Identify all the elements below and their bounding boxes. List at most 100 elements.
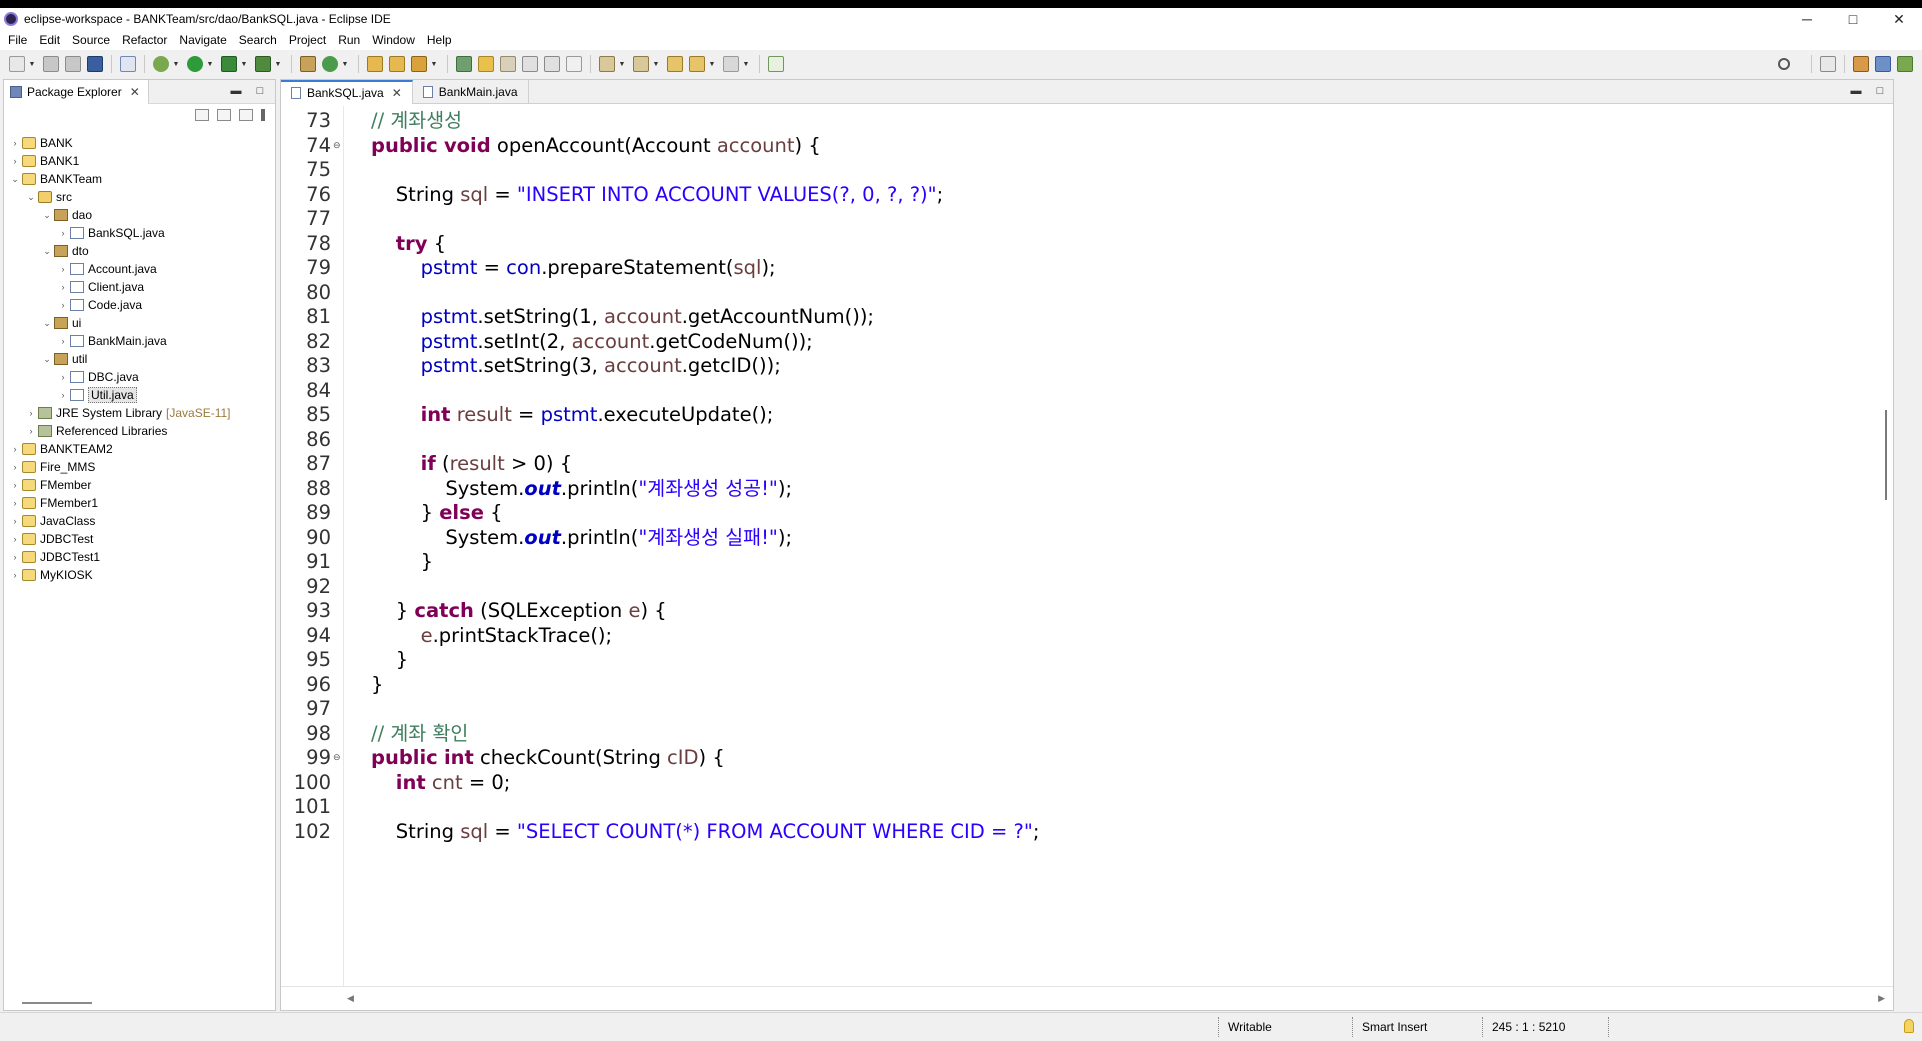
tip-of-the-day-icon[interactable]: [1904, 1019, 1914, 1033]
expanded-icon[interactable]: ⌄: [42, 318, 52, 329]
search-dropdown-icon[interactable]: ▼: [430, 56, 438, 72]
tree-item[interactable]: ⌄ util: [4, 350, 275, 368]
expanded-icon[interactable]: ⌄: [26, 192, 36, 203]
collapsed-icon[interactable]: ›: [10, 570, 20, 580]
save-icon[interactable]: [43, 56, 59, 72]
skip-breakpoints-icon[interactable]: [120, 56, 136, 72]
external-tools-icon[interactable]: [255, 56, 271, 72]
vertical-scrollbar-thumb[interactable]: [1885, 410, 1887, 500]
expanded-icon[interactable]: ⌄: [42, 246, 52, 257]
collapsed-icon[interactable]: ›: [10, 138, 20, 148]
collapsed-icon[interactable]: ›: [26, 426, 36, 436]
previous-annotation-dropdown-icon[interactable]: ▼: [652, 56, 660, 72]
menu-source[interactable]: Source: [68, 33, 118, 47]
quick-access-search-icon[interactable]: [1778, 58, 1790, 70]
status-insert-mode[interactable]: Smart Insert: [1362, 1020, 1427, 1034]
collapsed-icon[interactable]: ›: [58, 390, 68, 400]
tab-bankmain-java[interactable]: BankMain.java: [413, 79, 529, 104]
java-ee-perspective-icon[interactable]: [1853, 56, 1869, 72]
new-java-class-icon[interactable]: [322, 56, 338, 72]
forward-dropdown-icon[interactable]: ▼: [742, 56, 750, 72]
word-wrap-icon[interactable]: [544, 56, 560, 72]
view-menu-icon[interactable]: [261, 109, 265, 121]
mark-occurrences-icon[interactable]: [500, 56, 516, 72]
menu-project[interactable]: Project: [285, 33, 334, 47]
search-tool-icon[interactable]: [411, 56, 427, 72]
menu-search[interactable]: Search: [235, 33, 285, 47]
tree-item[interactable]: › BANKTEAM2: [4, 440, 275, 458]
pin-editor-icon[interactable]: [768, 56, 784, 72]
tree-item[interactable]: › Fire_MMS: [4, 458, 275, 476]
tree-item[interactable]: ⌄ dto: [4, 242, 275, 260]
tree-item[interactable]: › JavaClass: [4, 512, 275, 530]
collapsed-icon[interactable]: ›: [10, 498, 20, 508]
collapsed-icon[interactable]: ›: [10, 552, 20, 562]
coverage-icon[interactable]: [221, 56, 237, 72]
menu-file[interactable]: File: [4, 33, 35, 47]
java-perspective-icon[interactable]: [1875, 56, 1891, 72]
collapsed-icon[interactable]: ›: [58, 264, 68, 274]
collapsed-icon[interactable]: ›: [58, 228, 68, 238]
tab-package-explorer[interactable]: Package Explorer ✕: [4, 79, 149, 104]
menu-navigate[interactable]: Navigate: [175, 33, 234, 47]
open-task-icon[interactable]: [389, 56, 405, 72]
tree-item[interactable]: ⌄ ui: [4, 314, 275, 332]
tree-item[interactable]: › MyKIOSK: [4, 566, 275, 584]
external-tools-dropdown-icon[interactable]: ▼: [274, 56, 282, 72]
tree-item[interactable]: › Code.java: [4, 296, 275, 314]
close-button[interactable]: ✕: [1876, 8, 1922, 30]
menu-help[interactable]: Help: [423, 33, 460, 47]
collapsed-icon[interactable]: ›: [26, 408, 36, 418]
collapse-all-icon[interactable]: [195, 109, 209, 121]
next-annotation-dropdown-icon[interactable]: ▼: [618, 56, 626, 72]
tree-item[interactable]: › BankMain.java: [4, 332, 275, 350]
terminal-icon[interactable]: [87, 56, 103, 72]
tree-item[interactable]: › Account.java: [4, 260, 275, 278]
tree-item[interactable]: › DBC.java: [4, 368, 275, 386]
collapsed-icon[interactable]: ›: [58, 336, 68, 346]
collapsed-icon[interactable]: ›: [10, 516, 20, 526]
close-icon[interactable]: ✕: [130, 85, 140, 99]
save-all-icon[interactable]: [65, 56, 81, 72]
collapsed-icon[interactable]: ›: [58, 372, 68, 382]
tree-item[interactable]: › JDBCTest1: [4, 548, 275, 566]
new-icon[interactable]: [9, 56, 25, 72]
expanded-icon[interactable]: ⌄: [42, 210, 52, 221]
menu-refactor[interactable]: Refactor: [118, 33, 175, 47]
show-whitespace-icon[interactable]: [566, 56, 582, 72]
minimize-button[interactable]: ─: [1784, 8, 1830, 30]
run-icon[interactable]: [187, 56, 203, 72]
tree-item[interactable]: ⌄ BANKTeam: [4, 170, 275, 188]
expanded-icon[interactable]: ⌄: [42, 354, 52, 365]
tree-item[interactable]: › JRE System Library [JavaSE-11]: [4, 404, 275, 422]
minimize-editor-icon[interactable]: ▬: [1849, 84, 1863, 98]
expanded-icon[interactable]: ⌄: [10, 174, 20, 185]
open-type-icon[interactable]: [367, 56, 383, 72]
close-icon[interactable]: ✕: [392, 86, 402, 100]
tree-item[interactable]: › Util.java: [4, 386, 275, 404]
link-with-editor-icon[interactable]: [217, 109, 231, 121]
collapsed-icon[interactable]: ›: [10, 444, 20, 454]
tab-banksql-java[interactable]: BankSQL.java ✕: [281, 79, 413, 104]
collapsed-icon[interactable]: ›: [10, 534, 20, 544]
coverage-dropdown-icon[interactable]: ▼: [240, 56, 248, 72]
tree-item[interactable]: › BANK1: [4, 152, 275, 170]
back-icon[interactable]: [689, 56, 705, 72]
filters-icon[interactable]: [239, 109, 253, 121]
forward-icon[interactable]: [723, 56, 739, 72]
annotation-icon[interactable]: [456, 56, 472, 72]
tree-item[interactable]: ⌄ dao: [4, 206, 275, 224]
new-dropdown-icon[interactable]: ▼: [28, 56, 36, 72]
debug-perspective-icon[interactable]: [1897, 56, 1913, 72]
tree-item[interactable]: › FMember1: [4, 494, 275, 512]
debug-icon[interactable]: [153, 56, 169, 72]
editor-horizontal-scrollbar[interactable]: ◀ ▶: [281, 986, 1893, 1010]
new-java-package-icon[interactable]: [300, 56, 316, 72]
run-dropdown-icon[interactable]: ▼: [206, 56, 214, 72]
last-edit-icon[interactable]: [667, 56, 683, 72]
open-perspective-icon[interactable]: [1820, 56, 1836, 72]
tree-item[interactable]: ⌄ src: [4, 188, 275, 206]
collapsed-icon[interactable]: ›: [10, 480, 20, 490]
tree-item[interactable]: › FMember: [4, 476, 275, 494]
next-annotation-icon[interactable]: [599, 56, 615, 72]
